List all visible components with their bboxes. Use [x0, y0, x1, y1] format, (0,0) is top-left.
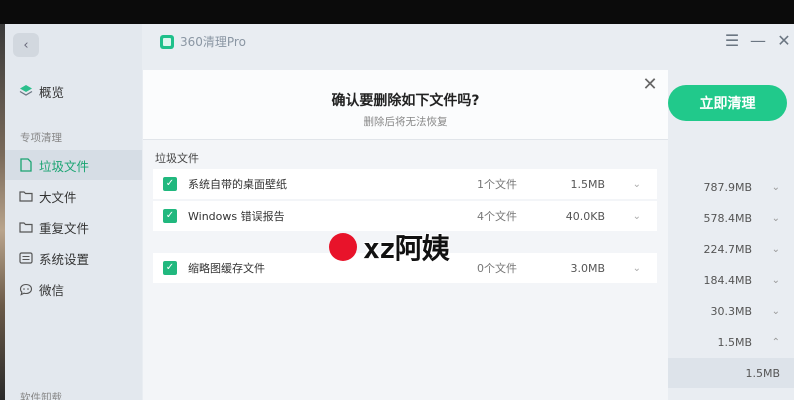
file-count: 4个文件 [477, 210, 517, 223]
chevron-down-icon[interactable]: ⌄ [772, 275, 780, 286]
sidebar-item-label: 重复文件 [39, 220, 90, 236]
size-value: 1.5MB [717, 335, 752, 349]
watermark: xz阿姨 [329, 224, 450, 270]
checkbox[interactable]: ✓ [163, 177, 177, 191]
list-item[interactable]: 787.9MB ⌄ [668, 172, 794, 202]
background-photo-strip [0, 24, 5, 400]
sidebar-item-label: 概览 [39, 84, 65, 100]
dialog-title: 确认要删除如下文件吗? [331, 93, 480, 109]
chevron-down-icon[interactable]: ⌄ [772, 182, 780, 193]
settings-panel-icon [19, 251, 33, 265]
sidebar-item-system-settings[interactable]: 系统设置 [5, 243, 142, 273]
minimize-icon[interactable]: — [748, 30, 768, 50]
folder-icon [19, 220, 33, 234]
watermark-text: xz阿姨 [363, 232, 450, 265]
list-item[interactable]: 224.7MB ⌄ [668, 234, 794, 264]
chevron-down-icon[interactable]: ⌄ [633, 263, 641, 274]
chevron-down-icon[interactable]: ⌄ [633, 179, 641, 190]
layers-icon [19, 84, 33, 98]
app-title: 360清理Pro [180, 35, 246, 49]
top-black-band [0, 0, 794, 24]
list-item[interactable]: 1.5MB [668, 358, 794, 388]
title-bar: 360清理Pro ☰ — ✕ [142, 24, 794, 60]
file-size: 1.5MB [570, 177, 605, 191]
size-value: 30.3MB [710, 304, 752, 318]
chevron-up-icon[interactable]: ⌃ [772, 337, 780, 348]
app-window: ‹ 概览 专项清理 垃圾文件 大文件 重复文件 系统设置 微信 软件卸载 360… [0, 24, 794, 400]
sidebar-item-label: 微信 [39, 282, 65, 298]
chat-bubble-icon [19, 282, 33, 296]
list-item[interactable]: 578.4MB ⌄ [668, 203, 794, 233]
file-icon [19, 158, 33, 172]
dialog-header: 确认要删除如下文件吗? 删除后将无法恢复 ✕ [143, 70, 668, 140]
menu-icon[interactable]: ☰ [722, 30, 742, 50]
file-row[interactable]: ✓ 系统自带的桌面壁纸 1个文件 1.5MB ⌄ [153, 169, 657, 199]
back-button[interactable]: ‹ [13, 33, 39, 57]
sidebar: ‹ 概览 专项清理 垃圾文件 大文件 重复文件 系统设置 微信 软件卸载 [5, 24, 142, 400]
file-name: 缩略图缓存文件 [188, 262, 265, 275]
sidebar-item-duplicate-files[interactable]: 重复文件 [5, 212, 142, 242]
file-count: 0个文件 [477, 262, 517, 275]
close-icon[interactable]: ✕ [640, 74, 660, 95]
sidebar-item-wechat[interactable]: 微信 [5, 274, 142, 304]
record-dot-icon [329, 233, 357, 261]
close-icon[interactable]: ✕ [774, 30, 794, 50]
sidebar-item-label: 大文件 [39, 189, 77, 205]
chevron-down-icon[interactable]: ⌄ [772, 306, 780, 317]
chevron-down-icon[interactable]: ⌄ [633, 211, 641, 222]
sidebar-item-large-files[interactable]: 大文件 [5, 181, 142, 211]
size-value: 578.4MB [703, 211, 752, 225]
section-label: 专项清理 [20, 132, 62, 144]
file-size: 3.0MB [570, 261, 605, 275]
group-label: 垃圾文件 [155, 152, 199, 165]
sidebar-item-label: 系统设置 [39, 251, 90, 267]
checkbox[interactable]: ✓ [163, 209, 177, 223]
list-item[interactable]: 184.4MB ⌄ [668, 265, 794, 295]
section-label: 软件卸载 [20, 392, 62, 400]
list-item[interactable]: 30.3MB ⌄ [668, 296, 794, 326]
folder-icon [19, 189, 33, 203]
file-count: 1个文件 [477, 178, 517, 191]
file-name: 系统自带的桌面壁纸 [188, 178, 287, 191]
file-size: 40.0KB [565, 209, 605, 223]
clean-now-button[interactable]: 立即清理 [668, 85, 787, 121]
chevron-down-icon[interactable]: ⌄ [772, 244, 780, 255]
app-logo-icon [160, 34, 174, 49]
size-value: 184.4MB [703, 273, 752, 287]
app-brand: 360清理Pro [160, 33, 246, 50]
file-name: Windows 错误报告 [188, 210, 285, 223]
chevron-left-icon: ‹ [23, 37, 29, 53]
size-value: 1.5MB [745, 366, 780, 380]
sidebar-item-junk-files[interactable]: 垃圾文件 [5, 150, 142, 180]
screen: ‹ 概览 专项清理 垃圾文件 大文件 重复文件 系统设置 微信 软件卸载 360… [0, 0, 794, 400]
chevron-down-icon[interactable]: ⌄ [772, 213, 780, 224]
size-value: 224.7MB [703, 242, 752, 256]
size-value: 787.9MB [703, 180, 752, 194]
sidebar-item-overview[interactable]: 概览 [5, 76, 142, 106]
sidebar-item-label: 垃圾文件 [39, 158, 90, 174]
checkbox[interactable]: ✓ [163, 261, 177, 275]
dialog-subtitle: 删除后将无法恢复 [363, 116, 448, 128]
list-item[interactable]: 1.5MB ⌃ [668, 327, 794, 357]
